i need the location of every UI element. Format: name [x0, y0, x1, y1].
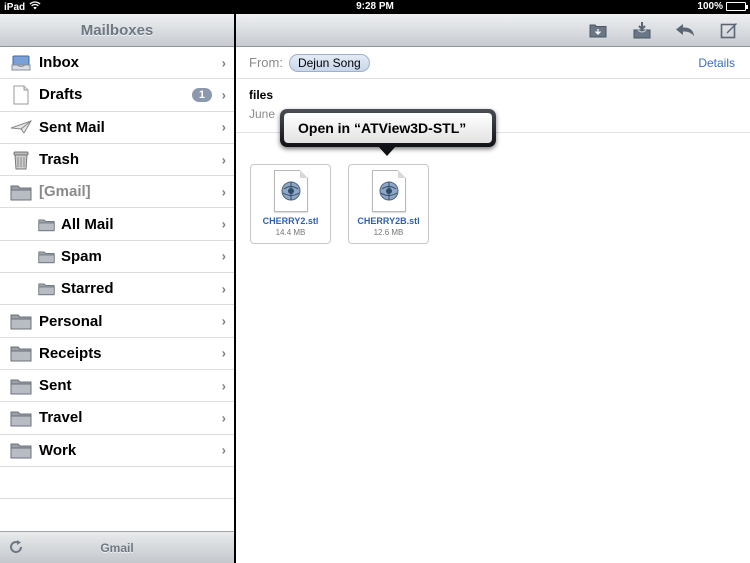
message-pane: From: Dejun Song Details files June CHER… — [236, 14, 750, 563]
chevron-right-icon: › — [221, 248, 226, 264]
mailbox-label: All Mail — [61, 215, 114, 233]
mailbox-item-inbox[interactable]: Inbox › — [0, 47, 234, 80]
inbox-icon — [10, 53, 32, 73]
attachment-tile[interactable]: CHERRY2.stl 14.4 MB — [250, 164, 331, 244]
from-row: From: Dejun Song Details — [236, 47, 750, 79]
mailbox-item-receipts[interactable]: Receipts › — [0, 338, 234, 370]
mailbox-label: Spam — [61, 247, 102, 265]
refresh-icon[interactable] — [7, 538, 25, 556]
mailbox-item-sent-mail[interactable]: Sent Mail › — [0, 112, 234, 144]
mailbox-label: Drafts — [39, 86, 83, 104]
chevron-right-icon: › — [221, 410, 226, 426]
mailbox-label: Receipts — [39, 344, 102, 362]
mailbox-item-all-mail[interactable]: All Mail › — [0, 208, 234, 241]
sidebar-toolbar: Gmail — [0, 531, 234, 563]
message-subject: files — [249, 88, 274, 102]
chevron-right-icon: › — [221, 378, 226, 394]
reply-icon[interactable] — [672, 19, 698, 41]
mailbox-label: [Gmail] — [39, 183, 91, 201]
status-right: 100% — [697, 1, 748, 12]
chevron-right-icon: › — [221, 216, 226, 232]
mailbox-label: Inbox — [39, 54, 79, 72]
attachment-name: CHERRY2.stl — [262, 216, 319, 226]
attachment-size: 14.4 MB — [275, 228, 306, 237]
mailbox-item-drafts[interactable]: Drafts 1 › — [0, 79, 234, 112]
archive-icon[interactable] — [629, 19, 655, 41]
sender-chip[interactable]: Dejun Song — [288, 53, 370, 72]
folder-icon — [38, 248, 55, 264]
attachments: CHERRY2.stl 14.4 MB CHERRY2B.stl 12.6 MB — [250, 164, 429, 244]
details-link[interactable]: Details — [698, 56, 735, 70]
battery-percent: 100% — [697, 1, 723, 12]
popover-arrow — [378, 146, 396, 156]
from-label: From: — [249, 55, 283, 70]
mailbox-label: Sent — [39, 377, 72, 395]
folder-icon — [38, 216, 55, 232]
sidebar-title: Mailboxes — [0, 14, 234, 47]
compose-icon[interactable] — [716, 19, 742, 41]
mailbox-label: Work — [39, 441, 77, 459]
folder-icon — [10, 440, 32, 460]
message-toolbar — [236, 14, 750, 47]
mailbox-item-gmail[interactable]: [Gmail] › — [0, 176, 234, 209]
mailbox-item-personal[interactable]: Personal › — [0, 305, 234, 338]
chevron-right-icon: › — [221, 313, 226, 329]
chevron-right-icon: › — [221, 281, 226, 297]
chevron-right-icon: › — [221, 152, 226, 168]
mailbox-list: Inbox › Drafts 1 › Sent Mail › Trash › [… — [0, 47, 234, 500]
chevron-right-icon: › — [221, 55, 226, 71]
mailbox-item-spam[interactable]: Spam › — [0, 241, 234, 274]
mailbox-label: Starred — [61, 280, 114, 298]
status-time: 9:28 PM — [356, 1, 394, 12]
mailbox-item-travel[interactable]: Travel › — [0, 402, 234, 435]
stl-file-icon — [371, 170, 406, 212]
chevron-right-icon: › — [221, 184, 226, 200]
folder-icon — [10, 343, 32, 363]
mailbox-item-sent[interactable]: Sent › — [0, 370, 234, 403]
sent-mail-icon — [10, 117, 32, 137]
open-in-popover: Open in “ATView3D-STL” — [280, 109, 496, 156]
chevron-right-icon: › — [221, 87, 226, 103]
attachment-name: CHERRY2B.stl — [357, 216, 420, 226]
folder-icon — [10, 376, 32, 396]
mailbox-label: Trash — [39, 151, 80, 169]
status-bar: iPad 9:28 PM 100% — [0, 0, 750, 14]
folder-icon — [10, 408, 32, 428]
stl-file-icon — [273, 170, 308, 212]
folder-icon — [10, 182, 32, 202]
attachment-tile[interactable]: CHERRY2B.stl 12.6 MB — [348, 164, 429, 244]
mailbox-label: Sent Mail — [39, 118, 105, 136]
battery-icon — [726, 2, 748, 11]
mailboxes-sidebar: Mailboxes Inbox › Drafts 1 › Sent Mail › — [0, 14, 234, 563]
move-folder-icon[interactable] — [585, 19, 611, 41]
mailbox-label: Travel — [39, 409, 83, 427]
chevron-right-icon: › — [221, 442, 226, 458]
unread-count-badge: 1 — [191, 87, 212, 102]
mailbox-item-trash[interactable]: Trash › — [0, 144, 234, 177]
drafts-icon — [10, 85, 32, 105]
mailbox-item-work[interactable]: Work › — [0, 435, 234, 467]
mailbox-label: Personal — [39, 312, 103, 330]
folder-icon — [10, 311, 32, 331]
chevron-right-icon: › — [221, 119, 226, 135]
empty-list-row — [0, 467, 234, 500]
open-in-button[interactable]: Open in “ATView3D-STL” — [284, 113, 492, 143]
folder-icon — [38, 281, 55, 297]
attachment-size: 12.6 MB — [373, 228, 404, 237]
chevron-right-icon: › — [221, 345, 226, 361]
trash-icon — [10, 150, 32, 170]
account-name: Gmail — [100, 541, 134, 555]
mailbox-item-starred[interactable]: Starred › — [0, 273, 234, 306]
